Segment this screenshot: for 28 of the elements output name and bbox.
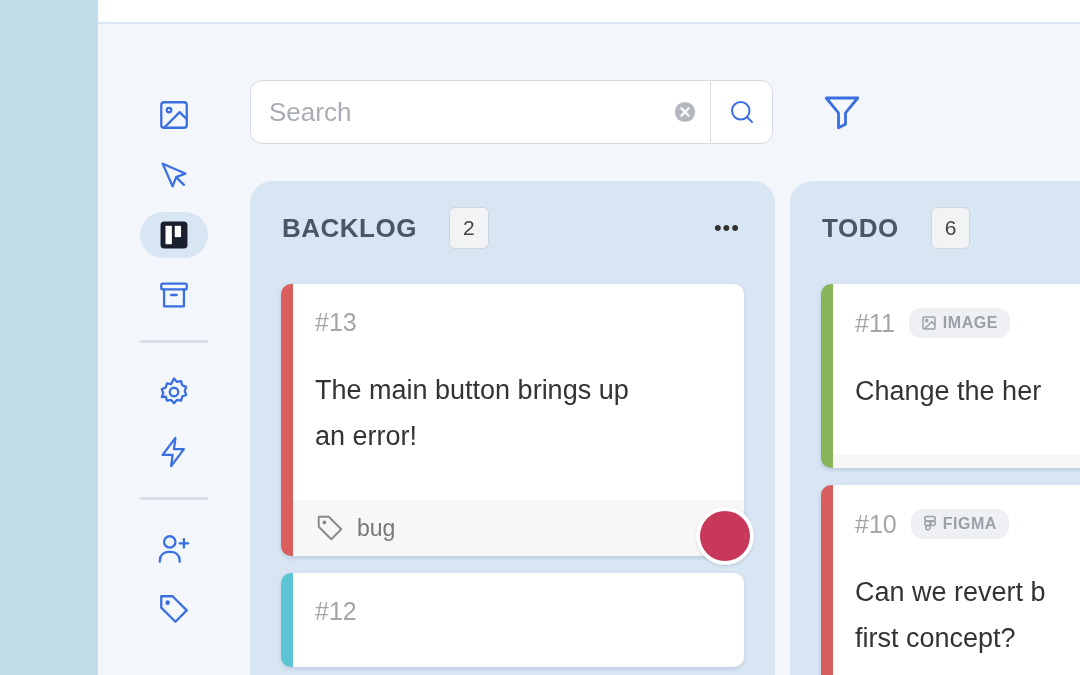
task-number: #11 (855, 308, 895, 338)
task-number: #12 (315, 597, 357, 626)
image-icon (920, 315, 937, 331)
task-number: #10 (855, 509, 897, 539)
label-text: bug (357, 514, 396, 542)
search-field[interactable]: Search (251, 95, 674, 129)
tag-icon (157, 592, 191, 626)
task-title: Change the her (855, 375, 1043, 408)
task-card[interactable]: #13 The main button brings up an error! bug (281, 284, 744, 556)
tag-icon (315, 513, 345, 543)
card-count: 6 (930, 207, 971, 249)
task-card[interactable]: #10 FIGMA Can we revert b first concept? (821, 485, 1080, 675)
avatar[interactable] (696, 507, 754, 565)
more-button[interactable]: ••• (709, 215, 744, 241)
card-count: 2 (448, 207, 489, 249)
search-bar[interactable]: Search (250, 80, 773, 144)
tag-label: FIGMA (942, 515, 997, 533)
task-title: Can we revert b first concept? (855, 576, 1047, 655)
sidebar-button[interactable] (140, 212, 208, 258)
column-title: TODO (822, 212, 899, 244)
task-card[interactable]: #11 IMAGE Change the her (821, 284, 1080, 468)
image-icon (157, 98, 191, 132)
task-number: #13 (315, 308, 357, 337)
figma-icon (922, 515, 937, 533)
add-user-icon (157, 532, 191, 566)
column-title: BACKLOG (282, 212, 417, 244)
task-title: The main button brings up an error! (315, 374, 630, 453)
tag-label: IMAGE (942, 314, 998, 332)
